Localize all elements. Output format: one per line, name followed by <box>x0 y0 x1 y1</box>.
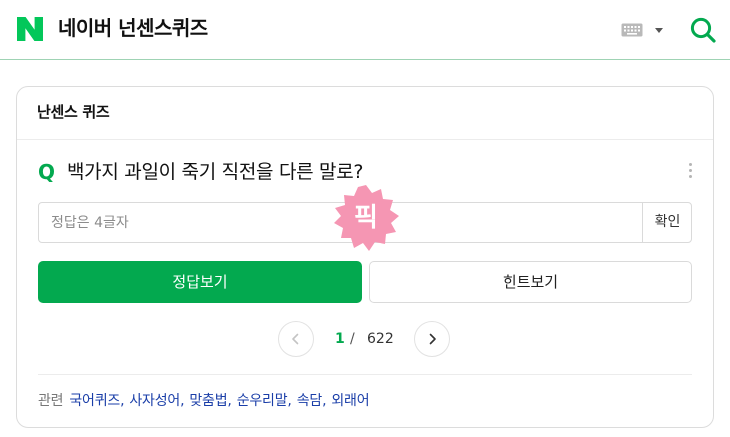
naver-logo[interactable] <box>17 17 43 41</box>
show-hint-button[interactable]: 힌트보기 <box>369 261 692 303</box>
related-link-native-words[interactable]: 순우리말 <box>237 393 288 409</box>
total-pages: 622 <box>367 331 394 347</box>
related-topics: 관련 국어퀴즈, 사자성어, 맞춤법, 순우리말, 속담, 외래어 <box>38 393 370 409</box>
top-header: 네이버 넌센스퀴즈 <box>0 0 730 60</box>
chevron-right-icon <box>429 333 436 345</box>
related-link-korean-quiz[interactable]: 국어퀴즈 <box>69 393 120 409</box>
chevron-down-icon <box>655 28 663 33</box>
more-options-button[interactable] <box>685 161 695 181</box>
chevron-left-icon <box>292 333 299 345</box>
divider <box>38 374 692 375</box>
nonsense-quiz-card: 난센스 퀴즈 Q 백가지 과일이 죽기 직전을 다른 말로? 확인 픽 정답보기… <box>16 86 714 428</box>
card-title: 난센스 퀴즈 <box>37 103 110 121</box>
keyboard-icon <box>621 23 663 37</box>
keyboard-input-toggle[interactable] <box>621 21 667 39</box>
question-text: 백가지 과일이 죽기 직전을 다른 말로? <box>67 161 364 183</box>
page-separator: / <box>350 331 355 347</box>
question-marker: Q <box>38 160 56 184</box>
search-icon <box>690 17 716 43</box>
related-link-loanwords[interactable]: 외래어 <box>331 393 369 409</box>
search-button[interactable] <box>689 16 717 44</box>
show-answer-button[interactable]: 정답보기 <box>38 261 362 303</box>
pick-badge: 픽 <box>331 183 401 253</box>
related-label: 관련 <box>38 393 64 409</box>
related-link-spelling[interactable]: 맞춤법 <box>189 393 227 409</box>
previous-page-button[interactable] <box>278 321 314 357</box>
next-page-button[interactable] <box>414 321 450 357</box>
vertical-dots-icon <box>688 163 692 166</box>
related-link-idioms[interactable]: 사자성어 <box>129 393 180 409</box>
current-page: 1 <box>335 331 345 347</box>
divider <box>17 139 713 140</box>
badge-label: 픽 <box>354 203 378 233</box>
confirm-button[interactable]: 확인 <box>642 203 692 242</box>
header-title: 네이버 넌센스퀴즈 <box>58 16 208 40</box>
related-link-proverbs[interactable]: 속담 <box>297 393 323 409</box>
